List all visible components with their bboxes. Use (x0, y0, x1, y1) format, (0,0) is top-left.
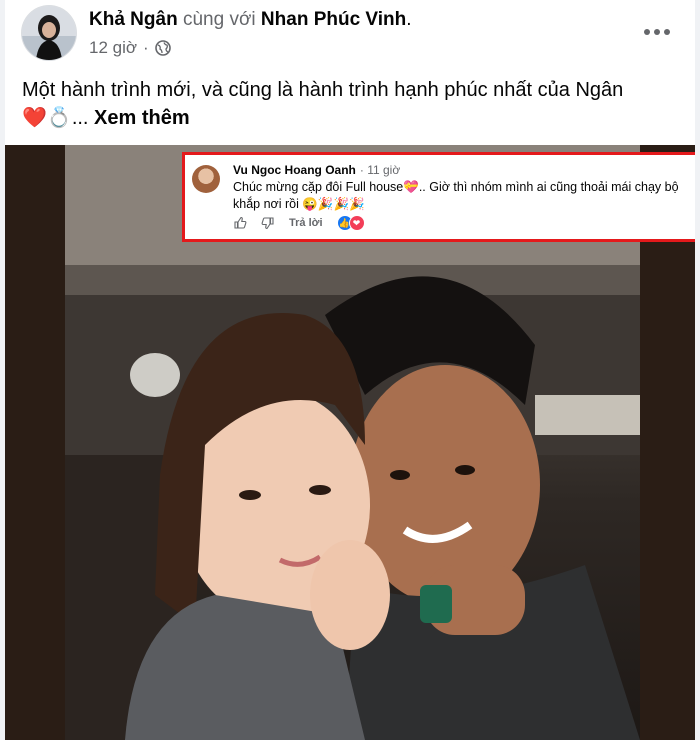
post-card: Khả Ngân cùng với Nhan Phúc Vinh. 12 giờ… (5, 0, 695, 740)
meta-separator: · (143, 38, 149, 57)
dot (644, 29, 650, 35)
see-more-link[interactable]: Xem thêm (94, 107, 190, 129)
post-ellipsis: ... (71, 107, 95, 129)
author-name[interactable]: Khả Ngân (89, 9, 178, 30)
with-text: cùng với (182, 9, 256, 30)
post-header-names: Khả Ngân cùng với Nhan Phúc Vinh. (89, 8, 412, 32)
photo-border-left (5, 145, 65, 740)
thumbs-up-icon[interactable] (233, 216, 247, 230)
reaction-summary[interactable]: 👍 ❤ (336, 215, 365, 231)
post-emojis: ❤️💍 (22, 107, 72, 129)
tagged-name[interactable]: Nhan Phúc Vinh (261, 9, 406, 30)
post-body: Một hành trình mới, và cũng là hành trìn… (22, 79, 624, 101)
commenter-avatar[interactable] (192, 165, 220, 193)
author-avatar[interactable] (22, 6, 76, 60)
commenter-name-line: Vu Ngoc Hoang Oanh · 11 giờ (233, 163, 400, 177)
dot (664, 29, 670, 35)
comment-text: Chúc mừng cặp đôi Full house💝.. Giờ thì … (233, 180, 679, 211)
post-meta: 12 giờ · (89, 38, 171, 58)
dot (654, 29, 660, 35)
commenter-name[interactable]: Vu Ngoc Hoang Oanh (233, 163, 356, 177)
tagged-suffix: . (406, 9, 412, 30)
post-time[interactable]: 12 giờ (89, 38, 137, 58)
comment-actions: Trả lời 👍 ❤ (233, 215, 365, 231)
love-reaction-icon: ❤ (348, 215, 365, 231)
more-options-button[interactable] (639, 14, 675, 50)
reply-button[interactable]: Trả lời (289, 217, 323, 229)
thumbs-down-icon[interactable] (261, 216, 275, 230)
avatar-photo (22, 6, 76, 60)
highlighted-comment: Vu Ngoc Hoang Oanh · 11 giờ Chúc mừng cặp… (182, 152, 695, 242)
globe-icon[interactable] (154, 40, 171, 56)
post-text: Một hành trình mới, và cũng là hành trìn… (22, 76, 682, 132)
comment-time[interactable]: · 11 giờ (360, 163, 400, 177)
